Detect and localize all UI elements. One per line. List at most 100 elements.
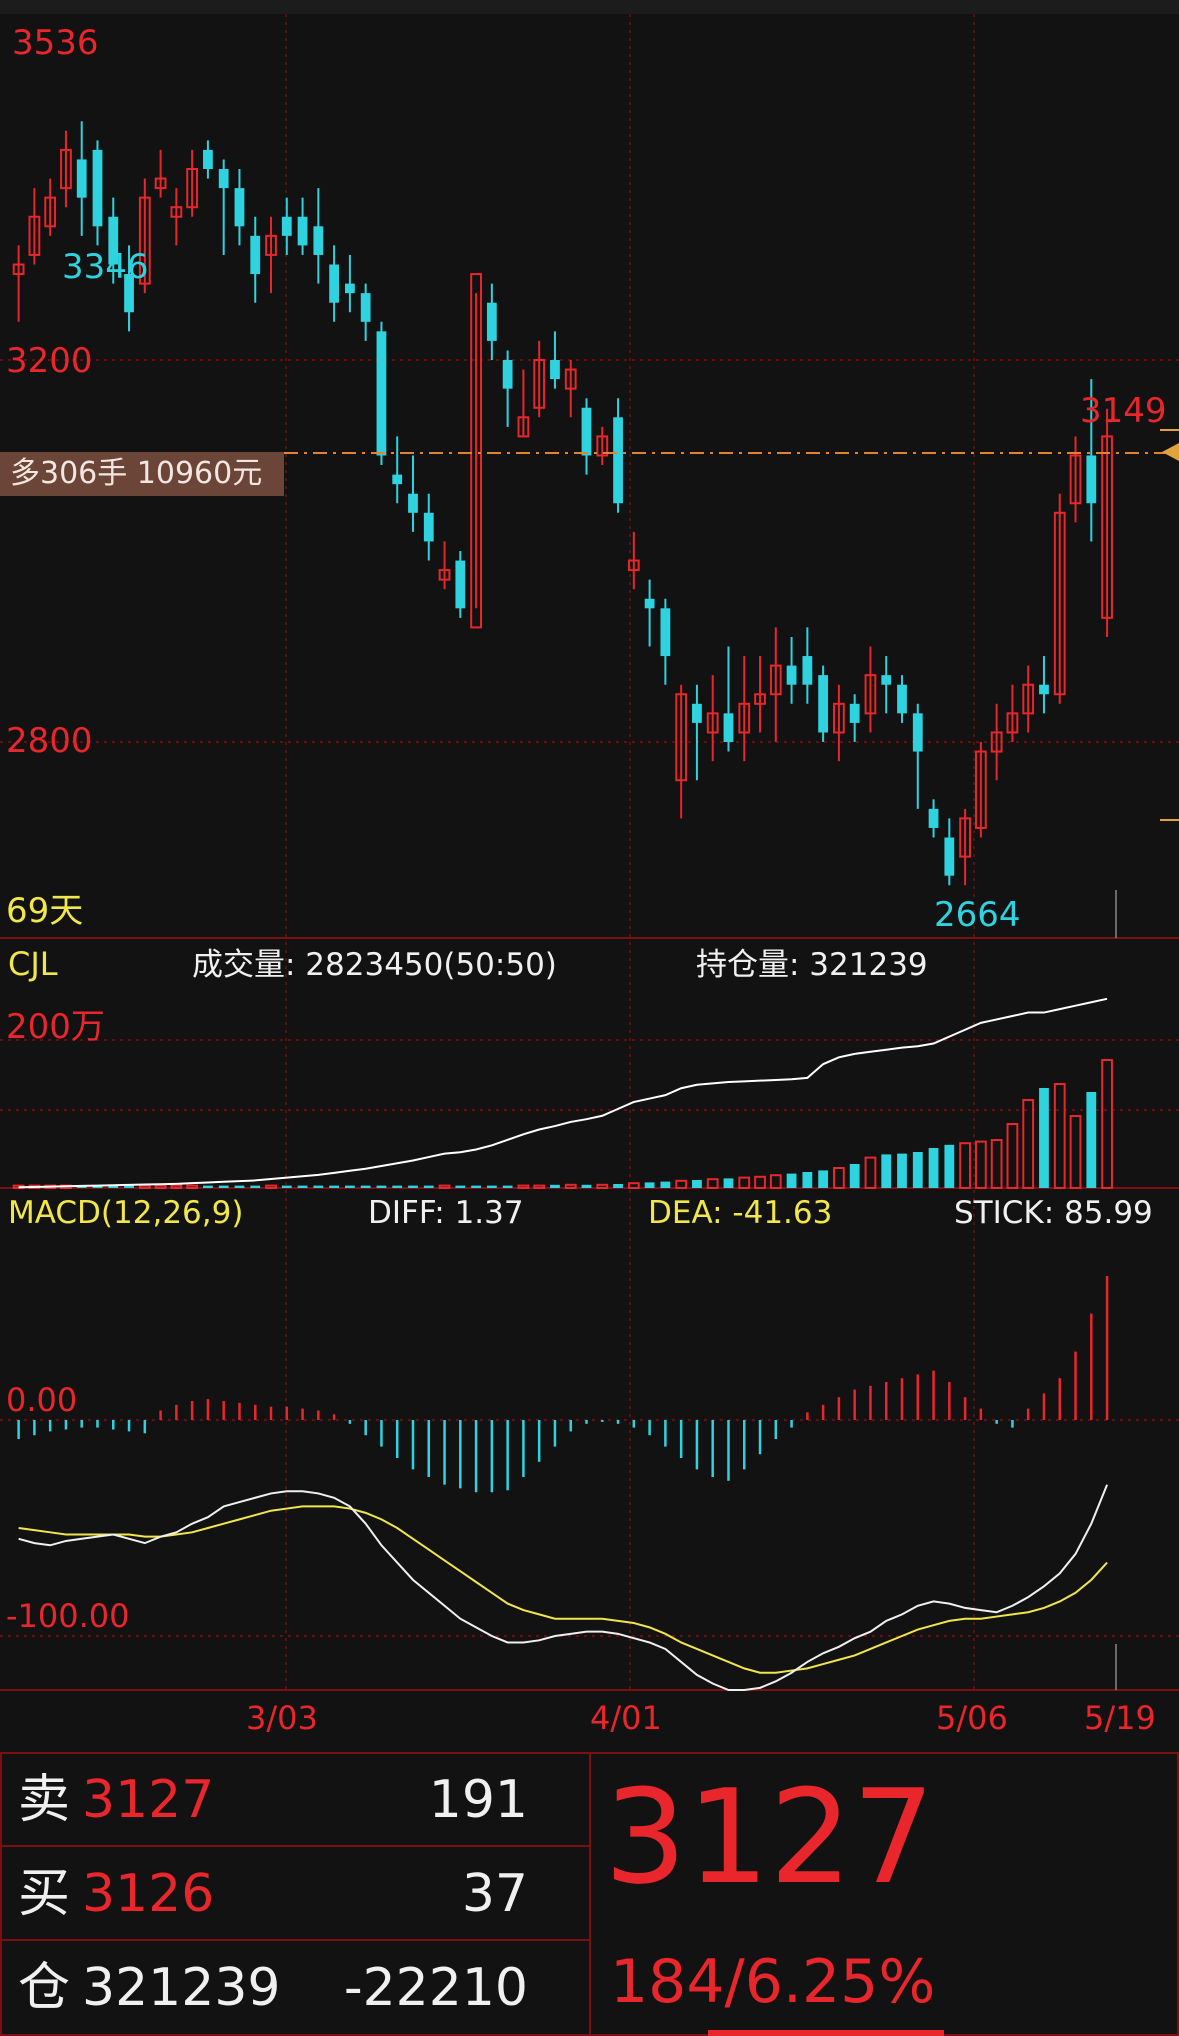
- volume-bar: [376, 1185, 387, 1188]
- candle-body-down: [692, 703, 702, 723]
- x-axis-label-0506: 5/06: [936, 1699, 1008, 1737]
- volume-bar: [754, 1175, 766, 1190]
- volume-bar: [329, 1185, 340, 1188]
- x-axis-label-0303: 3/03: [246, 1699, 318, 1737]
- open-interest-row: 仓 321239 -22210: [0, 1940, 588, 2030]
- tab-indicator: [708, 2030, 944, 2036]
- price-change: 184/6.25%: [610, 1947, 936, 2017]
- candle-body-down: [644, 598, 655, 609]
- price-tick-2800: 2800: [6, 721, 93, 761]
- volume-bar: [360, 1185, 371, 1188]
- macd-diff-line: [18, 1484, 1108, 1691]
- candle-body-down: [76, 159, 87, 198]
- volume-bar: [138, 1184, 151, 1189]
- volume-bar: [408, 1185, 418, 1188]
- volume-bar: [502, 1185, 513, 1188]
- volume-bar: [1039, 1088, 1049, 1188]
- volume-bar: [802, 1172, 813, 1188]
- volume-bar: [517, 1184, 530, 1189]
- volume-bar: [692, 1180, 702, 1188]
- volume-bar: [1086, 1092, 1097, 1188]
- candle-body-down: [881, 675, 892, 685]
- macd-series: [17, 1276, 1109, 1691]
- volume-bar: [786, 1173, 797, 1188]
- ask-qty: 191: [428, 1770, 528, 1830]
- candle-body-down: [897, 684, 907, 714]
- volume-bar: [723, 1178, 734, 1188]
- volume-bar: [313, 1185, 324, 1188]
- candle-body-down: [297, 216, 308, 246]
- volume-bar: [881, 1154, 892, 1188]
- volume-bar: [455, 1185, 466, 1188]
- ask-row[interactable]: 卖 3127 191: [0, 1752, 588, 1842]
- position-tag[interactable]: 多306手 10960元: [0, 452, 284, 496]
- chart-overlay: [284, 429, 1179, 821]
- candle-body-down: [218, 169, 229, 189]
- candlestick-series: [12, 121, 1113, 886]
- bid-price: 3126: [82, 1864, 215, 1924]
- ask-price: 3127: [82, 1770, 215, 1830]
- candle-body-down: [329, 264, 340, 303]
- volume-bar: [154, 1184, 167, 1189]
- macd-tick-neg100: -100.00: [6, 1597, 130, 1635]
- volume-bar: [581, 1184, 592, 1188]
- bid-row[interactable]: 买 3126 37: [0, 1846, 588, 1936]
- volume-bar: [170, 1184, 183, 1189]
- candle-body-down: [581, 407, 592, 456]
- macd-diff-readout: DIFF: 1.37: [368, 1195, 524, 1231]
- volume-bar: [186, 1184, 199, 1189]
- oi-value: 321239: [82, 1958, 281, 2018]
- volume-bar: [533, 1184, 546, 1189]
- candle-body-down: [550, 360, 560, 380]
- volume-bar: [297, 1185, 308, 1188]
- candle-body-down: [313, 226, 324, 255]
- volume-bar: [706, 1178, 719, 1189]
- high-price-label: 3536: [12, 23, 99, 63]
- candle-body-down: [1039, 684, 1049, 695]
- bid-label: 买: [18, 1864, 71, 1924]
- volume-bar: [928, 1148, 939, 1188]
- candle-body-down: [376, 331, 387, 456]
- volume-bar: [897, 1153, 907, 1188]
- volume-bar: [234, 1185, 245, 1188]
- volume-readout: 成交量: 2823450(50:50): [192, 947, 557, 983]
- last-price: 3127: [604, 1761, 935, 1913]
- candle-body-down: [344, 283, 355, 294]
- candle-body-down: [408, 493, 418, 513]
- candle-body-down: [928, 808, 939, 828]
- volume-bar: [974, 1140, 987, 1189]
- candle-body-down: [360, 293, 371, 322]
- volume-bar: [864, 1156, 877, 1189]
- grid-lines: [0, 0, 1179, 1691]
- local-low-label: 3346: [62, 247, 149, 287]
- volume-bar: [818, 1170, 829, 1188]
- macd-dea-line: [18, 1505, 1108, 1674]
- volume-bar: [613, 1184, 623, 1188]
- candle-body-down: [203, 149, 213, 169]
- macd-dea-readout: DEA: -41.63: [648, 1195, 833, 1231]
- futures-chart-screen: { "price_panel": { "high_label": "3536",…: [0, 0, 1179, 2036]
- candle-body-down: [944, 837, 955, 876]
- bid-qty: 37: [461, 1864, 528, 1924]
- candle-body-down: [802, 656, 813, 685]
- macd-stick-readout: STICK: 85.99: [954, 1195, 1153, 1231]
- ask-label: 卖: [18, 1770, 71, 1830]
- volume-bar: [265, 1184, 277, 1189]
- volume-bar: [675, 1179, 688, 1190]
- order-book-panel: 卖 3127 191 买 3126 37 仓 321239 -22210 312…: [0, 1752, 1179, 2036]
- status-strip: [0, 0, 1179, 14]
- volume-bar: [738, 1176, 751, 1189]
- volume-bar: [423, 1185, 434, 1188]
- price-tick-3200: 3200: [6, 341, 93, 381]
- volume-series: [12, 997, 1113, 1190]
- candle-body-down: [392, 474, 403, 485]
- volume-bar: [912, 1152, 923, 1188]
- volume-bar: [1069, 1115, 1082, 1189]
- x-axis-label-0519: 5/19: [1084, 1699, 1156, 1737]
- candle-body-down: [849, 703, 860, 723]
- position-arrow: [1162, 443, 1179, 461]
- volume-tick-label: 200万: [6, 1007, 105, 1047]
- volume-bar: [990, 1139, 1003, 1189]
- volume-bar: [1022, 1099, 1035, 1189]
- volume-bar: [281, 1185, 292, 1188]
